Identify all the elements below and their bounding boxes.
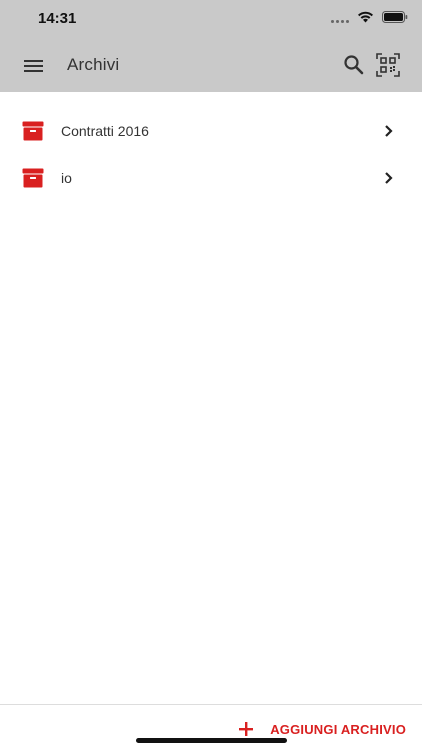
archive-box-icon [22, 121, 44, 141]
signal-icon [331, 11, 349, 23]
search-button[interactable] [341, 52, 367, 78]
chevron-right-icon [385, 172, 393, 184]
list-item-label: Contratti 2016 [61, 123, 149, 139]
qr-scan-button[interactable] [375, 52, 401, 78]
app-bar: Archivi [0, 40, 422, 92]
status-time: 14:31 [38, 10, 77, 27]
wifi-icon [358, 11, 373, 23]
add-archive-button[interactable]: AGGIUNGI ARCHIVIO [236, 719, 406, 739]
status-bar: 14:31 [0, 0, 422, 40]
add-archive-label: AGGIUNGI ARCHIVIO [270, 721, 406, 737]
list-item-label: io [61, 170, 72, 186]
bottom-action-bar: AGGIUNGI ARCHIVIO [0, 704, 422, 750]
home-indicator [136, 738, 287, 743]
search-icon [344, 55, 364, 75]
battery-icon [382, 11, 408, 23]
menu-button[interactable] [22, 54, 46, 78]
plus-icon [239, 722, 254, 736]
archive-box-icon [22, 168, 44, 188]
status-icons [331, 11, 408, 23]
list-item[interactable]: Contratti 2016 [0, 108, 422, 155]
chevron-right-icon [385, 125, 393, 137]
list-item[interactable]: io [0, 155, 422, 202]
qr-code-icon [376, 53, 400, 77]
archive-list: Contratti 2016 io [0, 108, 422, 202]
page-title: Archivi [67, 55, 120, 74]
menu-icon [24, 60, 43, 72]
